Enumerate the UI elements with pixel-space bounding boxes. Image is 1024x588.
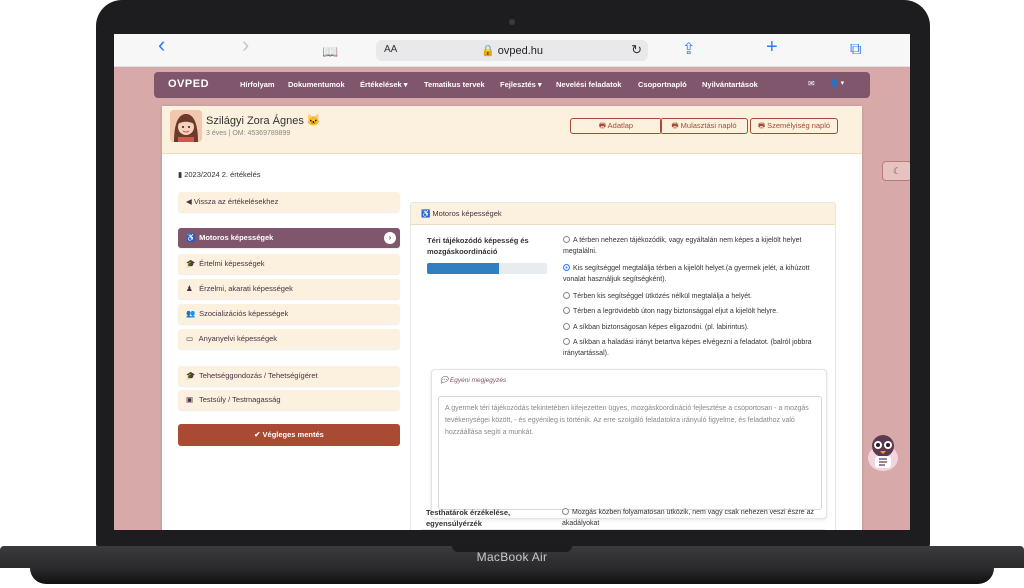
evaluation-period: ▮ 2023/2024 2. értékelés (178, 170, 261, 179)
note-textarea[interactable]: A gyermek téri tájékozódás tekintetében … (438, 396, 822, 510)
new-tab-icon[interactable]: + (766, 37, 778, 57)
user-menu-icon[interactable]: 👤 ▾ (830, 79, 844, 87)
divider (421, 529, 825, 530)
person-icon: ♟ (186, 284, 193, 293)
keyboard-icon: ▭ (186, 334, 194, 343)
sidebar-item-label: Anyanyelvi képességek (198, 334, 278, 343)
back-to-evaluations-button[interactable]: ◀ Vissza az értékelésekhez (178, 192, 400, 212)
child-name: Szilágyi Zora Ágnes 🐱 (206, 115, 321, 127)
mulasztasi-naplo-button[interactable]: 🖶 Mulasztási napló (660, 118, 748, 134)
skill-label-2: Testhatárok érzékelése, egyensúlyérzék (426, 508, 511, 528)
mascot-icon[interactable] (866, 432, 900, 472)
motoros-icon: ♿ (186, 233, 196, 242)
nav-hirfolyam[interactable]: Hírfolyam (240, 80, 275, 89)
progress-fill (427, 263, 499, 274)
back-icon[interactable]: ‹ (158, 34, 165, 56)
note-box: 💬 Egyéni megjegyzés A gyermek téri tájék… (431, 369, 827, 519)
skill-card: ♿ Motoros képességek Téri tájékozódó kép… (410, 202, 836, 530)
nav-tematikus-tervek[interactable]: Tematikus tervek (424, 80, 485, 89)
scale-icon: ▣ (186, 395, 194, 404)
tabs-icon[interactable]: ⧉ (850, 40, 861, 60)
radio-button[interactable] (563, 307, 570, 314)
sidebar-item-tehetseggondozas[interactable]: 🎓 Tehetséggondozás / Tehetségígéret (178, 366, 400, 386)
sidebar-item-label: Testsúly / Testmagasság (198, 395, 281, 404)
radio-button[interactable] (562, 508, 569, 515)
child-profile-header: Szilágyi Zora Ágnes 🐱 3 éves | OM: 45369… (162, 106, 862, 154)
mail-icon[interactable]: ✉ (808, 79, 815, 88)
radio-button-checked[interactable] (563, 264, 570, 271)
note-title: 💬 Egyéni megjegyzés (440, 377, 507, 384)
sidebar-item-label: Értelmi képességek (199, 259, 265, 268)
graduation-cap-icon: 🎓 (186, 259, 196, 268)
nav-dokumentumok[interactable]: Dokumentumok (288, 80, 345, 89)
adatlap-button[interactable]: 🖶 Adatlap (570, 118, 662, 134)
radio-button[interactable] (563, 292, 570, 299)
avatar (170, 110, 202, 142)
content-panel: Szilágyi Zora Ágnes 🐱 3 éves | OM: 45369… (162, 106, 862, 530)
sidebar-item-erzelmi[interactable]: ♟ Érzelmi, akarati képességek (178, 279, 400, 299)
radio-button[interactable] (563, 338, 570, 345)
skill2-option-1[interactable]: Mozgás közben folyamatosan ütközik, nem … (562, 507, 824, 529)
sidebar-item-label: Motoros képességek (199, 233, 274, 242)
radio-button[interactable] (563, 236, 570, 243)
camera (509, 19, 515, 25)
sidebar-item-ertelmi[interactable]: 🎓 Értelmi képességek (178, 254, 400, 274)
graduation-cap-icon: 🎓 (186, 371, 196, 380)
users-icon: 👥 (186, 309, 196, 318)
skill-option-3[interactable]: Térben kis segítséggel ütközés nélkül me… (563, 291, 825, 302)
nav-csoportnaplo[interactable]: Csoportnapló (638, 80, 687, 89)
final-save-button[interactable]: ✔ Végleges mentés (178, 424, 400, 446)
laptop-base: MacBook Air (0, 546, 1024, 588)
main-navbar: OVPED Hírfolyam Dokumentumok Értékelések… (154, 72, 870, 98)
laptop-base-bottom (30, 568, 994, 584)
skill-option-1[interactable]: A térben nehezen tájékozódik, vagy egyál… (563, 235, 825, 257)
sidebar-item-label: Szocializációs képességek (199, 309, 289, 318)
nav-nevelesi-feladatok[interactable]: Nevelési feladatok (556, 80, 621, 89)
sidebar-item-motoros[interactable]: ♿ Motoros képességek › (178, 228, 400, 248)
sidebar-item-szocializacios[interactable]: 👥 Szocializációs képességek (178, 304, 400, 324)
address-bar[interactable]: AA 🔒 ovped.hu ↻ (376, 40, 648, 61)
reload-icon[interactable]: ↻ (631, 42, 642, 58)
card-header: ♿ Motoros képességek (411, 203, 835, 225)
skill-option-4[interactable]: Térben a legrövidebb úton nagy biztonság… (563, 306, 825, 317)
url-text: 🔒 ovped.hu (480, 45, 543, 57)
screen: ‹ › 📖 AA 🔒 ovped.hu ↻ ⇪ + ⧉ OVPED Hírfol… (114, 34, 910, 530)
nav-fejlesztes[interactable]: Fejlesztés ▾ (500, 80, 542, 89)
skill-option-2[interactable]: Kis segítséggel megtalálja térben a kije… (563, 263, 825, 285)
sidebar-item-label: Érzelmi, akarati képességek (199, 284, 293, 293)
chevron-right-icon: › (384, 232, 396, 244)
skill-option-5[interactable]: A síkban biztonságosan képes eligazodni.… (563, 322, 825, 333)
sidebar-item-label: Tehetséggondozás / Tehetségígéret (198, 371, 318, 380)
forward-icon[interactable]: › (242, 34, 249, 56)
nav-ertekelesek[interactable]: Értékelések ▾ (360, 80, 408, 89)
skill-option-6[interactable]: A síkban a haladási irányt betartva képe… (563, 337, 825, 359)
device-label: MacBook Air (476, 550, 548, 564)
sidebar-item-testsuly[interactable]: ▣ Testsúly / Testmagasság (178, 390, 400, 410)
bookmarks-icon[interactable]: 📖 (322, 42, 338, 62)
child-age-om: 3 éves | OM: 45369789899 (206, 130, 291, 137)
dark-mode-toggle[interactable]: ☾ (882, 161, 910, 181)
share-icon[interactable]: ⇪ (682, 40, 695, 60)
skill-label: Téri tájékozódó képesség és mozgáskoordi… (427, 236, 529, 256)
nav-nyilvantartasok[interactable]: Nyilvántartások (702, 80, 758, 89)
szemelyiseg-naplo-button[interactable]: 🖶 Személyiség napló (750, 118, 838, 134)
sidebar-item-anyanyelvi[interactable]: ▭ Anyanyelvi képességek (178, 329, 400, 349)
radio-button[interactable] (563, 323, 570, 330)
skill-progress-bar (427, 263, 547, 274)
browser-toolbar: ‹ › 📖 AA 🔒 ovped.hu ↻ ⇪ + ⧉ (114, 34, 910, 67)
brand-logo[interactable]: OVPED (168, 78, 209, 90)
